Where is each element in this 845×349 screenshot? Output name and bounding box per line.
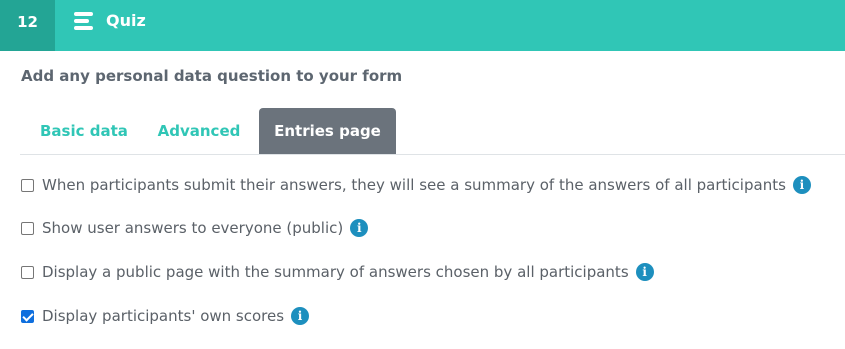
option-display-own-scores: Display participants' own scores i: [21, 306, 310, 326]
checkbox-show-user-answers[interactable]: [21, 221, 34, 235]
option-summary-all-participants: When participants submit their answers, …: [21, 175, 811, 195]
tab-entries-page[interactable]: Entries page: [259, 108, 396, 154]
option-label: Show user answers to everyone (public): [42, 219, 344, 237]
page-title: Quiz: [106, 11, 146, 30]
checkbox-display-own-scores[interactable]: [21, 309, 34, 323]
hamburger-menu-icon[interactable]: [74, 12, 94, 31]
tab-advanced[interactable]: Advanced: [140, 108, 258, 154]
info-icon[interactable]: i: [792, 176, 811, 194]
top-bar: 12 Quiz: [0, 0, 845, 51]
checkbox-public-summary-page[interactable]: [21, 265, 34, 279]
checkbox-summary-all-participants[interactable]: [21, 178, 34, 192]
option-label: Display a public page with the summary o…: [42, 263, 629, 281]
info-icon[interactable]: i: [350, 219, 369, 237]
step-number-badge: 12: [0, 0, 55, 51]
option-show-user-answers: Show user answers to everyone (public) i: [21, 218, 369, 238]
info-icon[interactable]: i: [291, 307, 310, 325]
section-subtitle: Add any personal data question to your f…: [21, 67, 403, 85]
tab-bar: Basic data Advanced Entries page: [20, 108, 845, 155]
option-label: When participants submit their answers, …: [42, 176, 786, 194]
step-number: 12: [17, 12, 38, 31]
info-icon[interactable]: i: [635, 263, 654, 281]
tab-basic-data[interactable]: Basic data: [20, 108, 140, 154]
option-public-summary-page: Display a public page with the summary o…: [21, 262, 654, 282]
option-label: Display participants' own scores: [42, 307, 285, 325]
